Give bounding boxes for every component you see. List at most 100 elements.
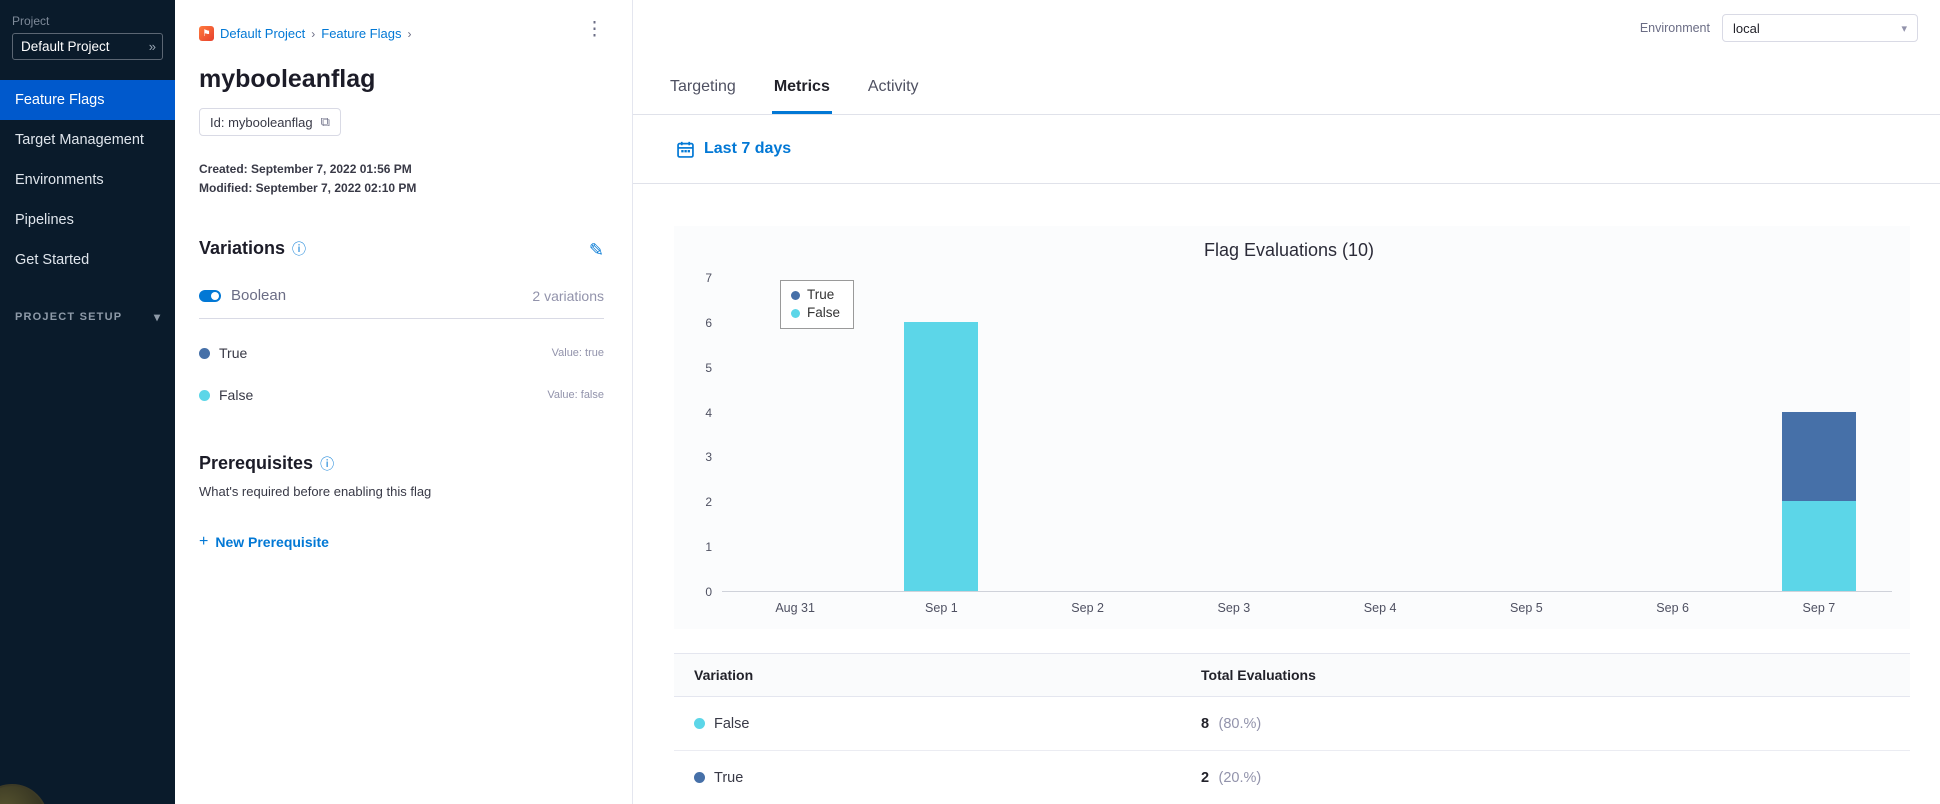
table-header-row: Variation Total Evaluations (674, 653, 1910, 697)
table-cell-percent: (80.%) (1218, 715, 1262, 732)
table-row: True 2 (20.%) (674, 751, 1910, 804)
tab-metrics[interactable]: Metrics (771, 62, 832, 114)
tab-targeting[interactable]: Targeting (668, 62, 738, 114)
prerequisites-heading: Prerequisites (199, 453, 314, 474)
variation-color-dot (199, 389, 210, 401)
flag-detail-panel: ⚑ Default Project › Feature Flags › ⋮ my… (175, 0, 633, 804)
y-tick-label: 2 (705, 495, 712, 510)
main-header: Environment local ▾ (633, 0, 1940, 62)
chart-bar-slot (1746, 277, 1892, 591)
table-cell-percent: (20.%) (1218, 769, 1262, 786)
sidebar-item-feature-flags[interactable]: Feature Flags (0, 80, 175, 120)
project-setup-label: PROJECT SETUP (15, 311, 123, 323)
y-tick-label: 7 (705, 271, 712, 285)
variation-color-dot (199, 347, 210, 359)
bar-segment-true (1781, 411, 1856, 502)
chart-legend: True False (780, 280, 855, 330)
chart-bar-slot (868, 277, 1014, 591)
environment-select[interactable]: local ▾ (1722, 14, 1918, 42)
breadcrumb-separator: › (407, 26, 412, 41)
chart-bar-slot (1161, 277, 1307, 591)
kebab-menu-icon[interactable]: ⋮ (585, 20, 604, 39)
calendar-icon (677, 141, 694, 158)
x-tick-label: Sep 1 (925, 601, 958, 615)
date-range-button[interactable]: Last 7 days (704, 140, 791, 158)
prerequisites-section: Prerequisites ⓘ What's required before e… (199, 453, 604, 551)
variations-heading: Variations (199, 238, 286, 259)
sidebar-nav: Feature Flags Target Management Environm… (0, 80, 175, 280)
project-selector-value: Default Project (21, 39, 110, 54)
modified-timestamp: Modified: September 7, 2022 02:10 PM (199, 181, 417, 196)
y-tick-label: 4 (705, 405, 712, 420)
bar-segment-false (904, 321, 979, 591)
variation-color-dot (694, 772, 705, 783)
created-timestamp: Created: September 7, 2022 01:56 PM (199, 162, 412, 176)
sidebar-item-label: Target Management (15, 132, 144, 148)
table-row: False 8 (80.%) (674, 697, 1910, 751)
variation-row-true: True Value: true (199, 345, 604, 361)
variation-color-dot (694, 718, 705, 729)
table-cell-variation: False (714, 715, 750, 732)
sidebar-item-pipelines[interactable]: Pipelines (0, 200, 175, 240)
chart-bar-slot (1453, 277, 1599, 591)
metrics-content: Flag Evaluations (10) 0 1 2 3 4 5 6 7 True False… (633, 184, 1940, 804)
variation-row-false: False Value: false (199, 387, 604, 403)
new-prerequisite-button[interactable]: + New Prerequisite (199, 533, 604, 551)
environment-select-value: local (1733, 20, 1760, 36)
sidebar-item-get-started[interactable]: Get Started (0, 240, 175, 280)
flag-id-text: Id: mybooleanflag (210, 114, 313, 130)
sidebar-item-target-management[interactable]: Target Management (0, 120, 175, 160)
help-bubble[interactable] (0, 784, 48, 804)
breadcrumb-separator: › (311, 26, 316, 41)
project-setup-toggle[interactable]: PROJECT SETUP ▾ (15, 310, 160, 324)
new-prerequisite-label: New Prerequisite (215, 534, 329, 551)
sidebar: Project Default Project » Feature Flags … (0, 0, 175, 804)
x-tick-label: Sep 2 (1071, 601, 1104, 615)
flag-meta: Created: September 7, 2022 01:56 PM Modi… (199, 160, 604, 198)
sidebar-item-label: Get Started (15, 252, 90, 268)
plus-icon: + (199, 533, 209, 551)
variation-count: 2 variations (532, 287, 604, 304)
info-icon[interactable]: ⓘ (292, 239, 306, 259)
tab-bar: Targeting Metrics Activity (633, 62, 1940, 115)
breadcrumb-link-feature-flags[interactable]: Feature Flags (321, 26, 401, 41)
main-content: Environment local ▾ Targeting Metrics Ac… (633, 0, 1940, 804)
project-label: Project (12, 14, 50, 28)
info-icon[interactable]: ⓘ (320, 454, 334, 474)
x-tick-label: Sep 4 (1363, 601, 1397, 615)
variation-value: Value: true (551, 347, 604, 360)
x-tick-label: Aug 31 (775, 601, 815, 615)
expand-double-chevron-icon[interactable]: » (149, 39, 156, 54)
variation-name: False (219, 387, 254, 404)
y-tick-label: 1 (705, 540, 712, 555)
chevron-down-icon: ▾ (1901, 22, 1907, 35)
legend-label: False (807, 305, 841, 321)
project-selector[interactable]: Default Project » (12, 33, 163, 60)
table-cell-variation: True (714, 769, 744, 786)
breadcrumb: ⚑ Default Project › Feature Flags › (199, 26, 604, 41)
environment-label: Environment (1639, 21, 1710, 35)
sidebar-item-environments[interactable]: Environments (0, 160, 175, 200)
tab-activity[interactable]: Activity (866, 62, 921, 114)
legend-label: True (807, 287, 835, 302)
y-tick-label: 3 (705, 450, 712, 465)
y-tick-label: 0 (705, 585, 712, 599)
table-cell-count: 8 (1201, 715, 1210, 732)
x-tick-label: Sep 6 (1656, 601, 1689, 615)
breadcrumb-link-project[interactable]: Default Project (220, 26, 305, 41)
table-header-variation: Variation (694, 667, 754, 683)
legend-item-false: False (791, 304, 840, 322)
edit-pencil-icon[interactable]: ✎ (589, 240, 604, 261)
variation-value: Value: false (547, 389, 604, 402)
flag-id-chip: Id: mybooleanflag ⧉ (199, 108, 341, 136)
chart-bar-slot (1015, 277, 1161, 591)
prerequisites-description: What's required before enabling this fla… (199, 484, 432, 500)
page-title: mybooleanflag (199, 65, 376, 93)
sidebar-item-label: Feature Flags (15, 92, 105, 108)
chart-y-axis: 0 1 2 3 4 5 6 7 (686, 271, 722, 599)
copy-icon[interactable]: ⧉ (321, 114, 330, 130)
table-cell-count: 2 (1201, 769, 1210, 786)
sidebar-item-label: Pipelines (15, 212, 74, 228)
legend-item-true: True (791, 286, 840, 304)
y-tick-label: 6 (705, 315, 712, 330)
